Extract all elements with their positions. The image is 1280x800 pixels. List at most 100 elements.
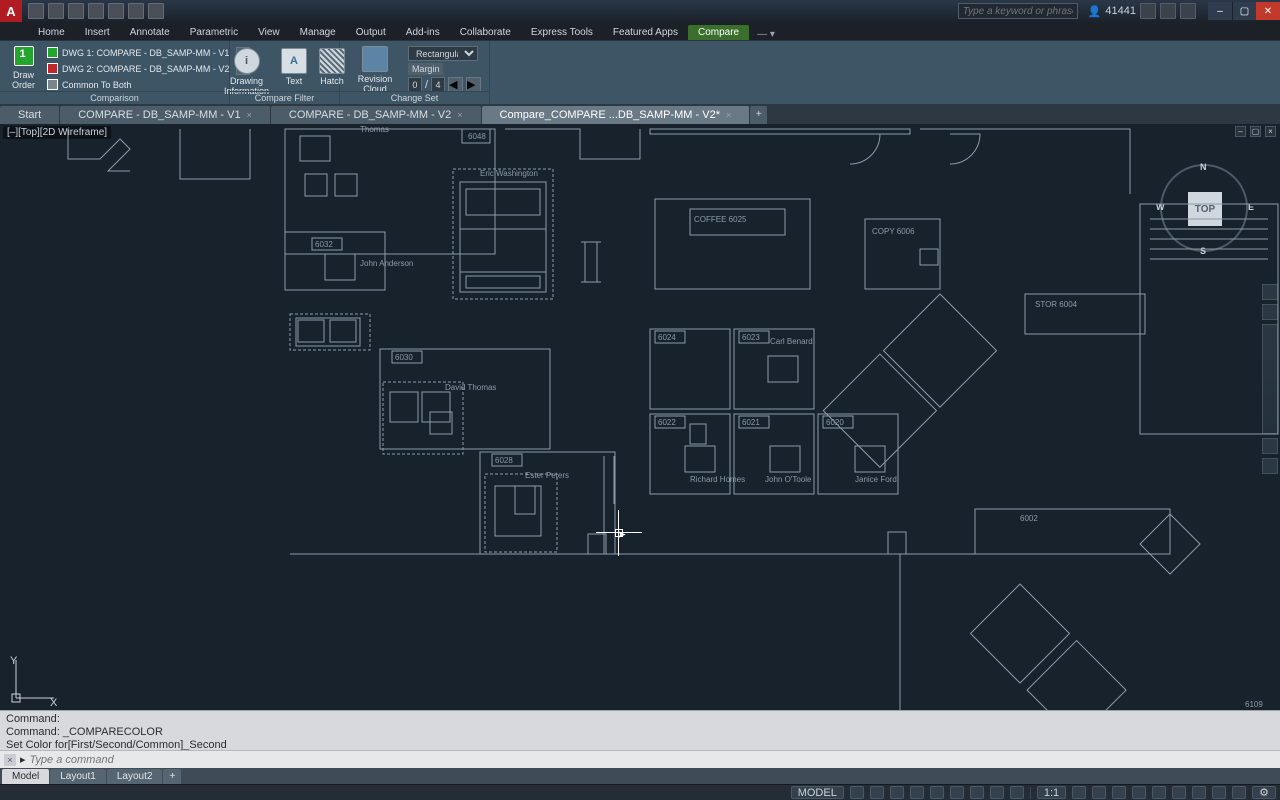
file-tab-start[interactable]: Start <box>0 106 60 124</box>
status-annomonitor-icon[interactable] <box>1112 786 1126 799</box>
window-minimize[interactable]: – <box>1208 2 1232 20</box>
command-prompt-icon: ▸ <box>20 753 26 766</box>
command-close-icon[interactable]: × <box>4 754 16 766</box>
status-annoscale[interactable]: 1:1 <box>1037 786 1066 799</box>
ucs-icon[interactable]: X Y <box>10 656 58 704</box>
changeset-next-icon[interactable]: ▶ <box>466 77 481 92</box>
status-3dosnap-icon[interactable] <box>950 786 964 799</box>
room-6002-label: 6002 <box>1020 514 1038 523</box>
a360-icon[interactable] <box>1140 3 1156 19</box>
close-icon[interactable]: × <box>726 110 731 120</box>
drawing-canvas[interactable]: [–][Top][2D Wireframe] – ▢ × TOP N S W E… <box>0 124 1280 710</box>
ribbon-tab-annotate[interactable]: Annotate <box>120 25 180 40</box>
layout-tab-strip: Model Layout1 Layout2 + <box>0 768 1280 784</box>
revision-cloud-button[interactable]: Revision Cloud <box>348 44 402 96</box>
dwg2-color-swatch[interactable] <box>47 63 58 74</box>
qat-plot-icon[interactable] <box>108 3 124 19</box>
ribbon-tab-home[interactable]: Home <box>28 25 75 40</box>
common-color-swatch[interactable] <box>47 79 58 90</box>
room-6028-label: 6028 <box>495 456 513 465</box>
layout-tab-add[interactable]: + <box>163 769 181 784</box>
status-hardwareaccel-icon[interactable] <box>1212 786 1226 799</box>
draw-order-button[interactable]: 1 Draw Order <box>8 44 39 92</box>
status-quickprops-icon[interactable] <box>1152 786 1166 799</box>
status-lockui-icon[interactable] <box>1172 786 1186 799</box>
ribbon-tab-insert[interactable]: Insert <box>75 25 120 40</box>
status-otrack-icon[interactable] <box>970 786 984 799</box>
ribbon-tab-featuredapps[interactable]: Featured Apps <box>603 25 688 40</box>
file-tab-add[interactable]: + <box>750 106 768 124</box>
qat-saveas-icon[interactable] <box>88 3 104 19</box>
status-annovisibility-icon[interactable] <box>1072 786 1086 799</box>
panel-change-set: Revision Cloud Rectangular Margin / ◀ ▶ … <box>340 41 490 104</box>
changeset-current[interactable] <box>408 77 422 92</box>
label-stor: STOR 6004 <box>1035 300 1078 309</box>
close-icon[interactable]: × <box>457 110 462 120</box>
ribbon-tab-addins[interactable]: Add-ins <box>396 25 450 40</box>
ribbon-tab-compare[interactable]: Compare <box>688 25 749 40</box>
ribbon-tab-parametric[interactable]: Parametric <box>180 25 248 40</box>
label-john-otoole: John O'Toole <box>765 475 812 484</box>
status-transparency-icon[interactable] <box>1010 786 1024 799</box>
window-close[interactable]: ✕ <box>1256 2 1280 20</box>
titlebar: A 👤 41441 – ▢ ✕ <box>0 0 1280 22</box>
close-icon[interactable]: × <box>247 110 252 120</box>
draw-order-label: Draw Order <box>12 70 35 90</box>
ribbon-tab-expresstools[interactable]: Express Tools <box>521 25 603 40</box>
qat-new-icon[interactable] <box>28 3 44 19</box>
status-cleanscreen-icon[interactable] <box>1232 786 1246 799</box>
dwg1-color-swatch[interactable] <box>47 47 58 58</box>
file-tab-v2[interactable]: COMPARE - DB_SAMP-MM - V2× <box>271 106 482 124</box>
status-snap-icon[interactable] <box>870 786 884 799</box>
changeset-prev-icon[interactable]: ◀ <box>448 77 463 92</box>
command-history[interactable]: Command: Command: _COMPARECOLOR Set Colo… <box>0 711 1280 750</box>
appstore-icon[interactable] <box>1160 3 1176 19</box>
room-6048-label: 6048 <box>468 132 486 141</box>
room-6030-label: 6030 <box>395 353 413 362</box>
qat-save-icon[interactable] <box>68 3 84 19</box>
search-input[interactable] <box>958 3 1078 19</box>
label-ester-peters: Ester Peters <box>525 471 569 480</box>
room-6032-label: 6032 <box>315 240 333 249</box>
qat-redo-icon[interactable] <box>148 3 164 19</box>
draw-order-badge: 1 <box>20 48 26 60</box>
command-input[interactable] <box>30 754 1276 766</box>
status-units-icon[interactable] <box>1132 786 1146 799</box>
layout-tab-layout2[interactable]: Layout2 <box>107 769 163 784</box>
file-tab-compare[interactable]: Compare_COMPARE ...DB_SAMP-MM - V2*× <box>482 106 751 124</box>
ribbon-tab-output[interactable]: Output <box>346 25 396 40</box>
qat-open-icon[interactable] <box>48 3 64 19</box>
status-workspace-icon[interactable] <box>1092 786 1106 799</box>
ribbon-tab-collaborate[interactable]: Collaborate <box>450 25 521 40</box>
ribbon-tab-overflow-icon[interactable]: — ▾ <box>757 29 775 40</box>
room-6109-label: 6109 <box>1245 700 1263 709</box>
panel-change-set-title: Change Set <box>340 91 489 103</box>
file-tab-v1[interactable]: COMPARE - DB_SAMP-MM - V1× <box>60 106 271 124</box>
user-icon[interactable]: 👤 <box>1088 5 1102 18</box>
qat-undo-icon[interactable] <box>128 3 144 19</box>
cloud-shape-select[interactable]: Rectangular <box>408 46 478 61</box>
common-label: Common To Both <box>62 80 131 90</box>
status-grid-icon[interactable] <box>850 786 864 799</box>
window-controls: – ▢ ✕ <box>1208 2 1280 20</box>
file-tab-strip: Start COMPARE - DB_SAMP-MM - V1× COMPARE… <box>0 104 1280 124</box>
status-customize[interactable]: ⚙ <box>1252 786 1276 799</box>
status-lineweight-icon[interactable] <box>990 786 1004 799</box>
ribbon-tab-manage[interactable]: Manage <box>290 25 346 40</box>
status-osnap-icon[interactable] <box>930 786 944 799</box>
layout-tab-layout1[interactable]: Layout1 <box>50 769 106 784</box>
status-ortho-icon[interactable] <box>890 786 904 799</box>
app-logo[interactable]: A <box>0 0 22 22</box>
status-isolate-icon[interactable] <box>1192 786 1206 799</box>
status-model-toggle[interactable]: MODEL <box>791 786 844 799</box>
ucs-x-label: X <box>50 697 58 709</box>
status-polar-icon[interactable] <box>910 786 924 799</box>
layout-tab-model[interactable]: Model <box>2 769 49 784</box>
help-icon[interactable] <box>1180 3 1196 19</box>
panel-compare-filter-title: Compare Filter <box>230 91 339 103</box>
user-id[interactable]: 41441 <box>1105 5 1136 17</box>
panel-comparison-title: Comparison <box>0 91 229 103</box>
window-maximize[interactable]: ▢ <box>1232 2 1256 20</box>
ribbon-tab-strip: Home Insert Annotate Parametric View Man… <box>0 22 1280 40</box>
ribbon-tab-view[interactable]: View <box>248 25 290 40</box>
